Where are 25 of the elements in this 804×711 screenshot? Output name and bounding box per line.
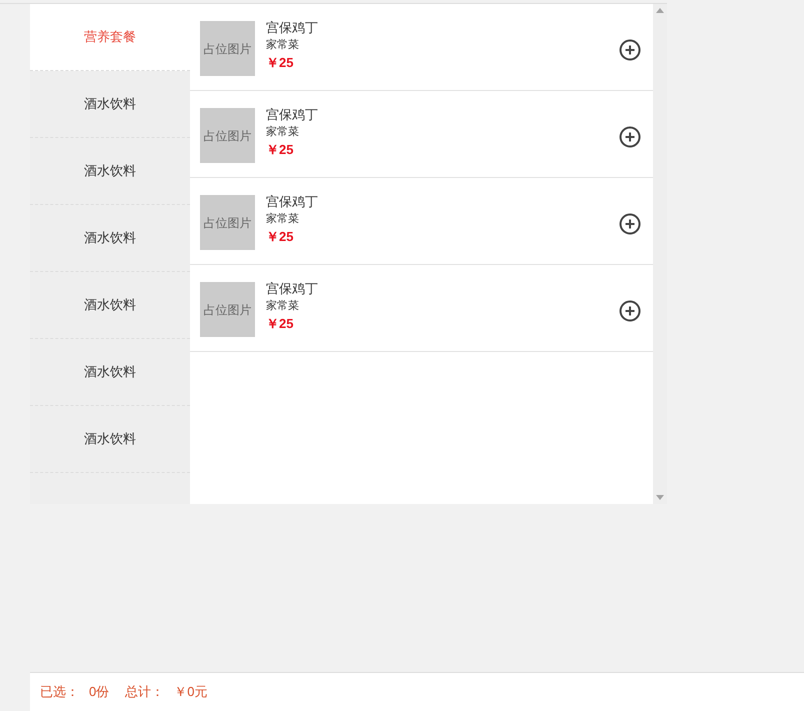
- placeholder-label: 占位图片: [204, 128, 252, 144]
- placeholder-label: 占位图片: [204, 40, 252, 58]
- dish-category: 家常菜: [266, 298, 300, 314]
- dish-category: 家常菜: [266, 38, 300, 53]
- dish-name: 宫保鸡丁: [266, 106, 318, 124]
- add-icon[interactable]: [619, 126, 641, 148]
- add-icon[interactable]: [619, 300, 641, 322]
- placeholder-label: 占位图片: [204, 302, 252, 318]
- category-tab[interactable]: 营养套餐: [30, 4, 190, 71]
- dish-price: ￥25: [266, 228, 294, 246]
- add-icon[interactable]: [619, 39, 641, 61]
- selected-label: 已选：: [40, 683, 79, 702]
- add-icon[interactable]: [619, 213, 641, 235]
- dish-price: ￥25: [266, 141, 294, 159]
- total-label: 总计：: [125, 683, 164, 702]
- placeholder-label: 占位图片: [204, 214, 252, 232]
- dish-price: ￥25: [266, 54, 294, 72]
- dish-name: 宫保鸡丁: [266, 193, 318, 211]
- dish-name: 宫保鸡丁: [266, 280, 318, 298]
- selected-count: 0份: [89, 683, 110, 702]
- total-value: ￥0元: [174, 683, 208, 702]
- dish-category: 家常菜: [266, 212, 300, 227]
- dish-category: 家常菜: [266, 124, 300, 140]
- dish-name: 宫保鸡丁: [266, 19, 318, 37]
- dish-price: ￥25: [266, 315, 294, 333]
